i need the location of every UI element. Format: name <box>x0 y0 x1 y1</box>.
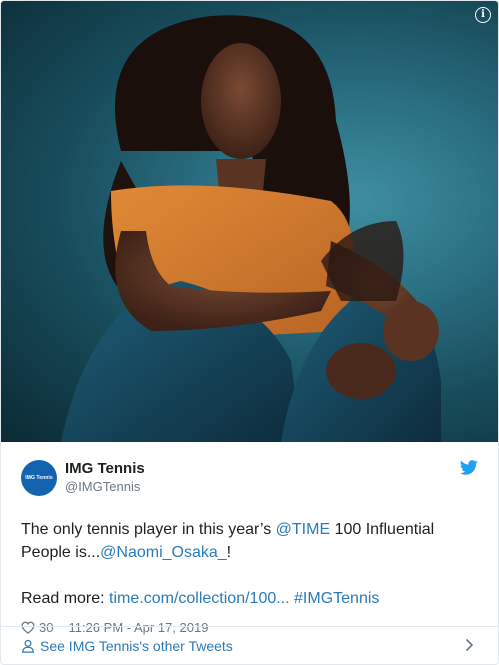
chevron-right-icon[interactable] <box>465 638 474 652</box>
author-names[interactable]: IMG Tennis @IMGTennis <box>65 460 145 496</box>
handle[interactable]: @IMGTennis <box>65 478 145 496</box>
embedded-tweet-card: i IMG Tennis IMG Tennis @IMGTennis The o… <box>0 0 499 665</box>
twitter-bird-icon[interactable] <box>460 460 478 475</box>
tweet-header: IMG Tennis IMG Tennis @IMGTennis <box>21 456 478 500</box>
tweet-text: The only tennis player in this year’s @T… <box>21 518 478 610</box>
display-name[interactable]: IMG Tennis <box>65 460 145 478</box>
see-other-tweets-label[interactable]: See IMG Tennis's other Tweets <box>40 638 233 654</box>
hashtag-link[interactable]: #IMGTennis <box>294 590 379 607</box>
tweet-photo-image <box>61 15 441 442</box>
person-icon <box>22 639 34 653</box>
avatar[interactable]: IMG Tennis <box>21 460 57 496</box>
avatar-text: IMG Tennis <box>25 475 53 481</box>
tweet-text-part1: The only tennis player in this year’s <box>21 521 276 538</box>
mention-osaka-link[interactable]: @Naomi_Osaka_ <box>100 544 227 561</box>
see-other-tweets-link[interactable]: See IMG Tennis's other Tweets <box>1 626 498 664</box>
info-icon[interactable]: i <box>475 7 491 23</box>
tweet-body: IMG Tennis IMG Tennis @IMGTennis The onl… <box>1 442 498 637</box>
time-collection-link[interactable]: time.com/collection/100... <box>109 590 290 607</box>
tweet-photo[interactable]: i <box>1 1 498 442</box>
read-more-label: Read more: <box>21 590 110 607</box>
tweet-text-line-1: The only tennis player in this year’s @T… <box>21 518 478 564</box>
mention-time-link[interactable]: @TIME <box>276 521 330 538</box>
tweet-text-part3: ! <box>226 544 232 561</box>
tweet-text-line-2: Read more: time.com/collection/100... #I… <box>21 587 478 610</box>
